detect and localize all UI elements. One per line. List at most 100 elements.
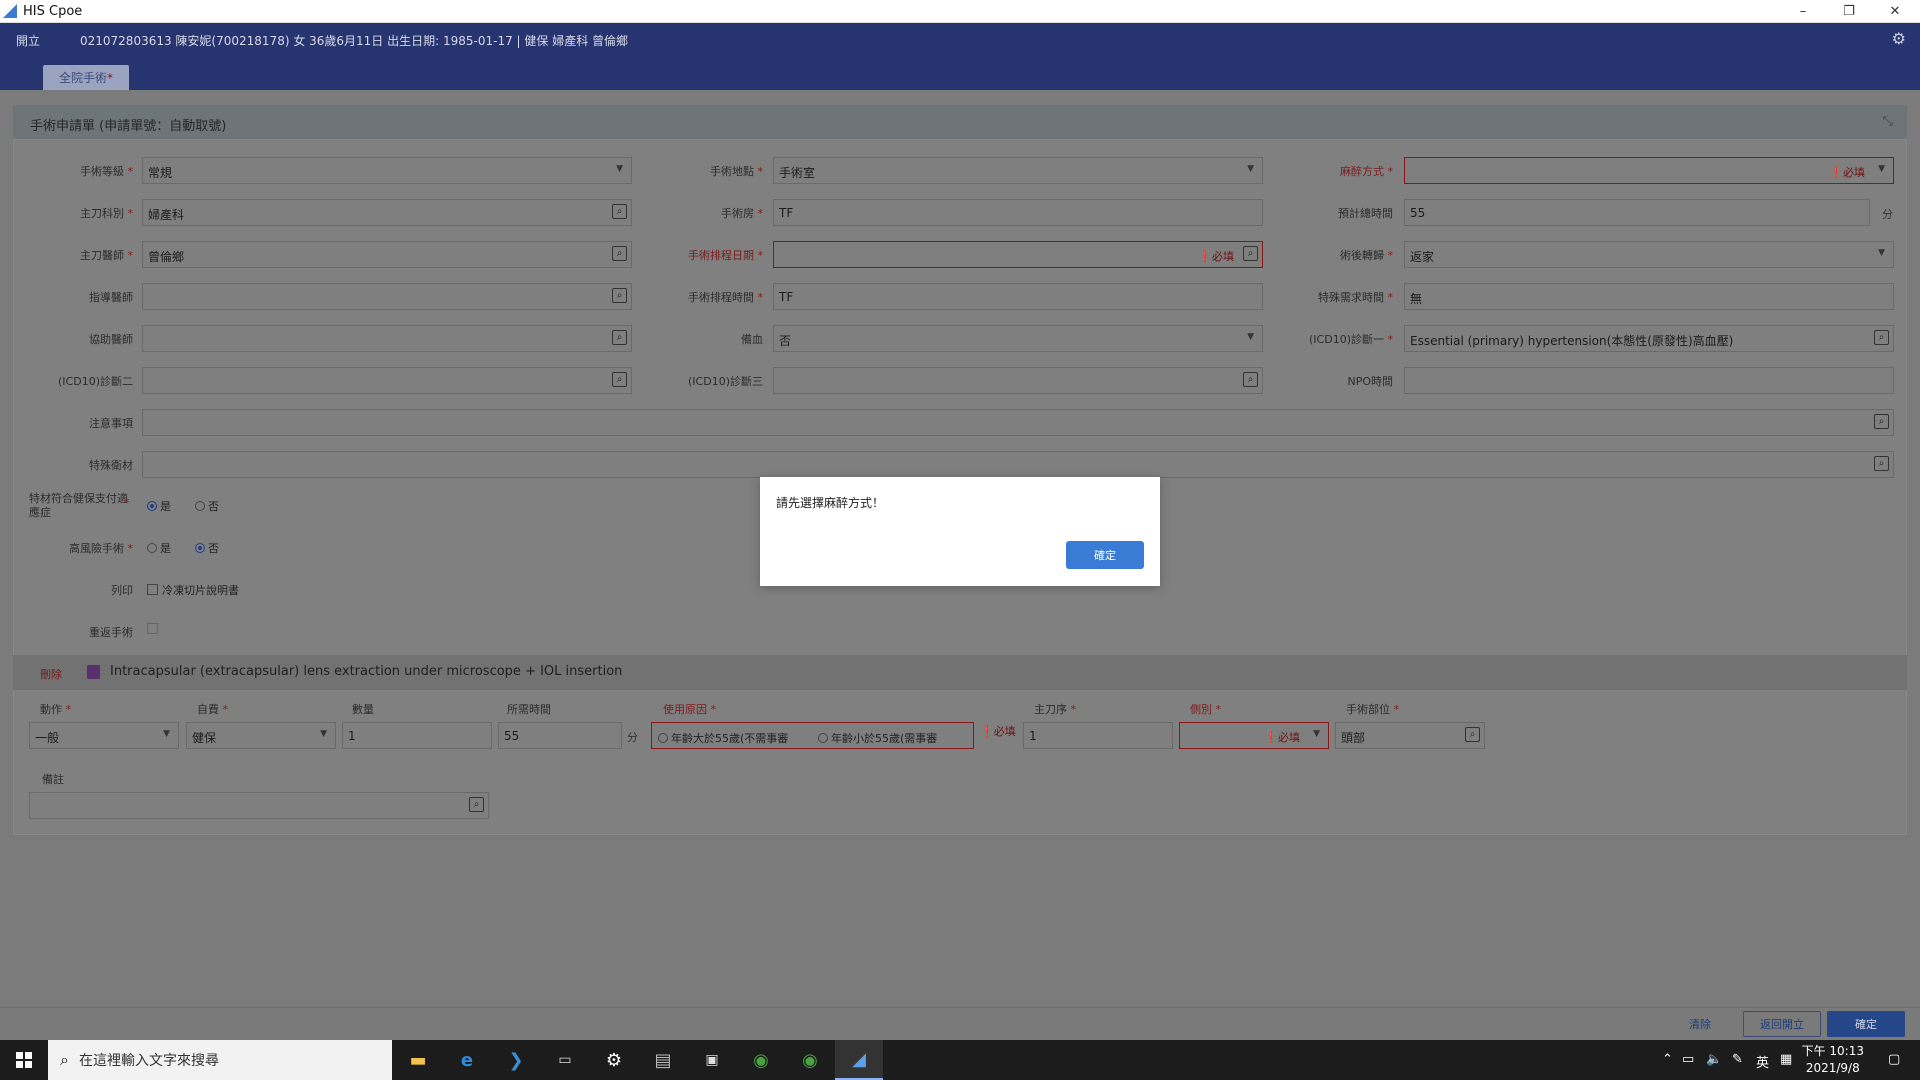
icd3-field[interactable]: ⌕ [773, 367, 1263, 394]
reason-over-55-radio[interactable]: 年齡大於55歲(不需事審 [658, 730, 788, 746]
app-green2-icon[interactable]: ◉ [786, 1040, 834, 1080]
remark-label: 備註 [42, 773, 64, 786]
assist2-field[interactable]: ⌕ [142, 325, 632, 352]
qty-field[interactable]: 1 [342, 722, 492, 749]
side-select[interactable]: ❗必填 ▼ [1179, 722, 1329, 749]
dialog-ok-button[interactable]: 確定 [1066, 541, 1144, 569]
search-icon[interactable]: ⌕ [469, 797, 484, 812]
redo-checkbox[interactable] [147, 623, 162, 636]
taskbar-search[interactable]: ⌕ 在這裡輸入文字來搜尋 [48, 1040, 392, 1080]
reason-under-55-radio[interactable]: 年齡小於55歲(需事審 [818, 730, 937, 746]
tab-all-surgery[interactable]: 全院手術 * [43, 65, 129, 90]
blood-select[interactable]: 否 ▼ [773, 325, 1263, 352]
dept-field[interactable]: 婦產科 ⌕ [142, 199, 632, 226]
search-icon[interactable]: ⌕ [1874, 330, 1889, 345]
search-icon[interactable]: ⌕ [612, 288, 627, 303]
material-field[interactable]: ⌕ [142, 451, 1894, 478]
icd2-field[interactable]: ⌕ [142, 367, 632, 394]
search-icon[interactable]: ⌕ [612, 372, 627, 387]
chevron-down-icon: ▼ [1313, 729, 1320, 739]
postop-select[interactable]: 返家 ▼ [1404, 241, 1894, 268]
app-green-icon[interactable]: ◉ [737, 1040, 785, 1080]
network-icon[interactable]: ▭ [1682, 1052, 1694, 1067]
search-icon[interactable]: ⌕ [1243, 372, 1258, 387]
room-field[interactable]: TF [773, 199, 1263, 226]
start-button[interactable] [0, 1040, 48, 1080]
time-field[interactable]: 55 [498, 722, 622, 749]
search-icon[interactable]: ⌕ [612, 246, 627, 261]
insurance-no-radio[interactable]: 否 [195, 498, 219, 514]
side-label: 側別 * [1190, 703, 1221, 716]
frozen-section-checkbox[interactable]: 冷凍切片說明書 [147, 582, 239, 598]
npo-field[interactable] [1404, 367, 1894, 394]
payer-select[interactable]: 健保 ▼ [186, 722, 336, 749]
doctor-field[interactable]: 曾倫鄉 ⌕ [142, 241, 632, 268]
remark-field[interactable]: ⌕ [29, 792, 489, 819]
console-icon[interactable]: ▣ [688, 1040, 736, 1080]
action-label: 動作 * [40, 703, 71, 716]
clear-button[interactable]: 清除 [1672, 1011, 1728, 1037]
ie-browser-icon[interactable]: e [443, 1040, 491, 1080]
assist1-label: 指導醫師 [89, 291, 133, 304]
payer-label: 自費 * [197, 703, 228, 716]
blood-label: 備血 [741, 333, 763, 346]
procedure-name: Intracapsular (extracapsular) lens extra… [110, 664, 623, 679]
keyboard-icon[interactable]: ▦ [1780, 1052, 1792, 1067]
est-time-field[interactable]: 55 [1404, 199, 1870, 226]
insurance-yes-radio[interactable]: 是 [147, 498, 171, 514]
delete-procedure-button[interactable]: 刪除 [40, 666, 62, 682]
icd3-label: (ICD10)診斷三 [688, 375, 763, 388]
anesthesia-select[interactable]: ❗必填 ▼ [1404, 157, 1894, 184]
clock-date: 2021/9/8 [1805, 1061, 1860, 1075]
vscode-icon[interactable]: ❯ [492, 1040, 540, 1080]
site-field[interactable]: 頭部 ⌕ [1335, 722, 1485, 749]
chevron-up-icon[interactable]: ⌃ [1662, 1052, 1673, 1067]
grade-label: 手術等級 * [80, 165, 133, 178]
insurance-label: 特材符合健保支付適應症 [29, 492, 128, 519]
chevron-down-icon: ▼ [163, 729, 170, 739]
calendar-icon[interactable]: ⌕ [1243, 246, 1258, 261]
close-button[interactable]: ✕ [1872, 0, 1918, 22]
search-icon[interactable]: ⌕ [1874, 414, 1889, 429]
special-time-field[interactable]: 無 [1404, 283, 1894, 310]
search-icon[interactable]: ⌕ [612, 204, 627, 219]
grade-select[interactable]: 常規 ▼ [142, 157, 632, 184]
gear-icon[interactable]: ⚙ [1892, 29, 1906, 48]
taskbar: ⌕ 在這裡輸入文字來搜尋 ▬ e ❯ ▭ ⚙ ▤ ▣ ◉ ◉ ◢ ⌃ ▭ 🔈 ✎… [0, 1040, 1920, 1080]
confirm-button[interactable]: 確定 [1827, 1011, 1905, 1037]
collapse-icon[interactable]: ⤡ [1883, 114, 1893, 129]
place-select[interactable]: 手術室 ▼ [773, 157, 1263, 184]
assist1-field[interactable]: ⌕ [142, 283, 632, 310]
terminal-icon[interactable]: ▭ [541, 1040, 589, 1080]
icd1-field[interactable]: Essential (primary) hypertension(本態性(原發性… [1404, 325, 1894, 352]
notes-field[interactable]: ⌕ [142, 409, 1894, 436]
search-icon[interactable]: ⌕ [1874, 456, 1889, 471]
app-icon[interactable]: ▤ [639, 1040, 687, 1080]
minimize-button[interactable]: – [1780, 0, 1826, 22]
sched-date-field[interactable]: ❗必填 ⌕ [773, 241, 1263, 268]
window-title: HIS Cpoe [23, 3, 83, 19]
insurance-required-mark: * [124, 496, 130, 509]
back-to-order-button[interactable]: 返回開立 [1743, 1011, 1821, 1037]
settings-gear-icon[interactable]: ⚙ [590, 1040, 638, 1080]
file-explorer-icon[interactable]: ▬ [394, 1040, 442, 1080]
search-icon[interactable]: ⌕ [612, 330, 627, 345]
high-risk-yes-radio[interactable]: 是 [147, 540, 171, 556]
order-field[interactable]: 1 [1023, 722, 1173, 749]
dept-label: 主刀科別 * [80, 207, 133, 220]
clock[interactable]: 下午 10:13 2021/9/8 [1802, 1043, 1864, 1077]
notification-icon[interactable]: ▢ [1888, 1052, 1900, 1067]
volume-icon[interactable]: 🔈 [1706, 1052, 1722, 1067]
action-select[interactable]: 一般 ▼ [29, 722, 179, 749]
restore-button[interactable]: ❐ [1826, 0, 1872, 22]
high-risk-no-radio[interactable]: 否 [195, 540, 219, 556]
ime-indicator[interactable]: 英 [1756, 1052, 1769, 1071]
search-icon[interactable]: ⌕ [1465, 727, 1480, 742]
open-order-button[interactable]: 開立 [16, 32, 40, 49]
his-cpoe-taskbar-icon[interactable]: ◢ [835, 1040, 883, 1080]
npo-label: NPO時間 [1347, 375, 1393, 388]
time-unit: 分 [627, 731, 638, 744]
sched-time-field[interactable]: TF [773, 283, 1263, 310]
material-label: 特殊衛材 [89, 459, 133, 472]
pen-icon[interactable]: ✎ [1732, 1052, 1743, 1067]
